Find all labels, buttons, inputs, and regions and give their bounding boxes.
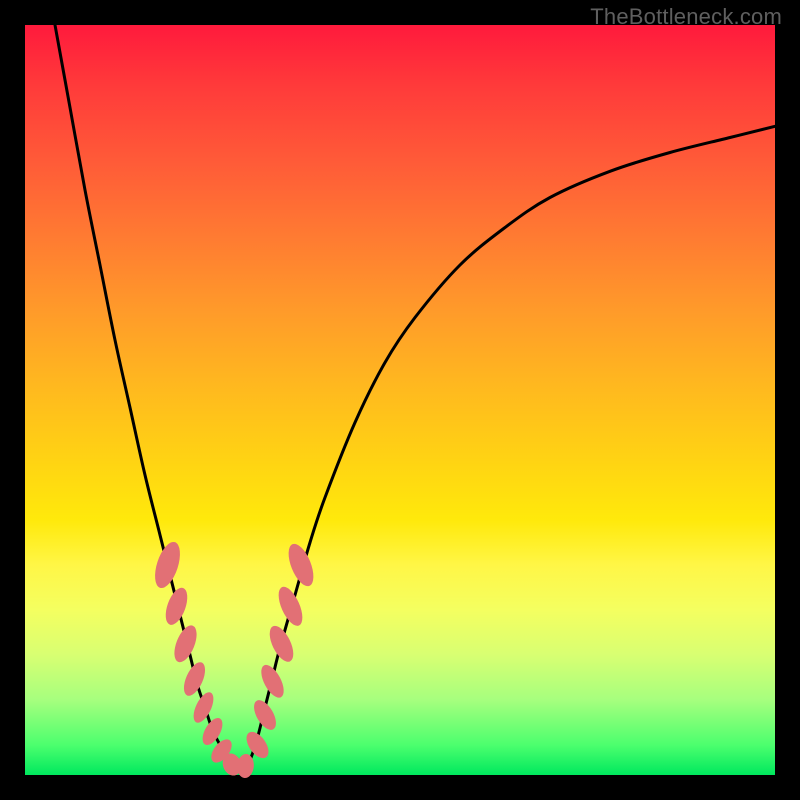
curve-left: [55, 25, 235, 771]
marker-group: [150, 539, 318, 779]
outer-frame: TheBottleneck.com: [0, 0, 800, 800]
data-marker: [180, 659, 210, 699]
data-marker: [170, 622, 201, 665]
data-marker: [150, 539, 185, 591]
data-marker: [161, 585, 191, 628]
data-marker: [257, 662, 289, 702]
curve-right: [243, 126, 776, 771]
chart-svg: [25, 25, 775, 775]
data-marker: [283, 540, 318, 589]
data-marker: [265, 622, 298, 665]
data-marker: [274, 583, 308, 629]
